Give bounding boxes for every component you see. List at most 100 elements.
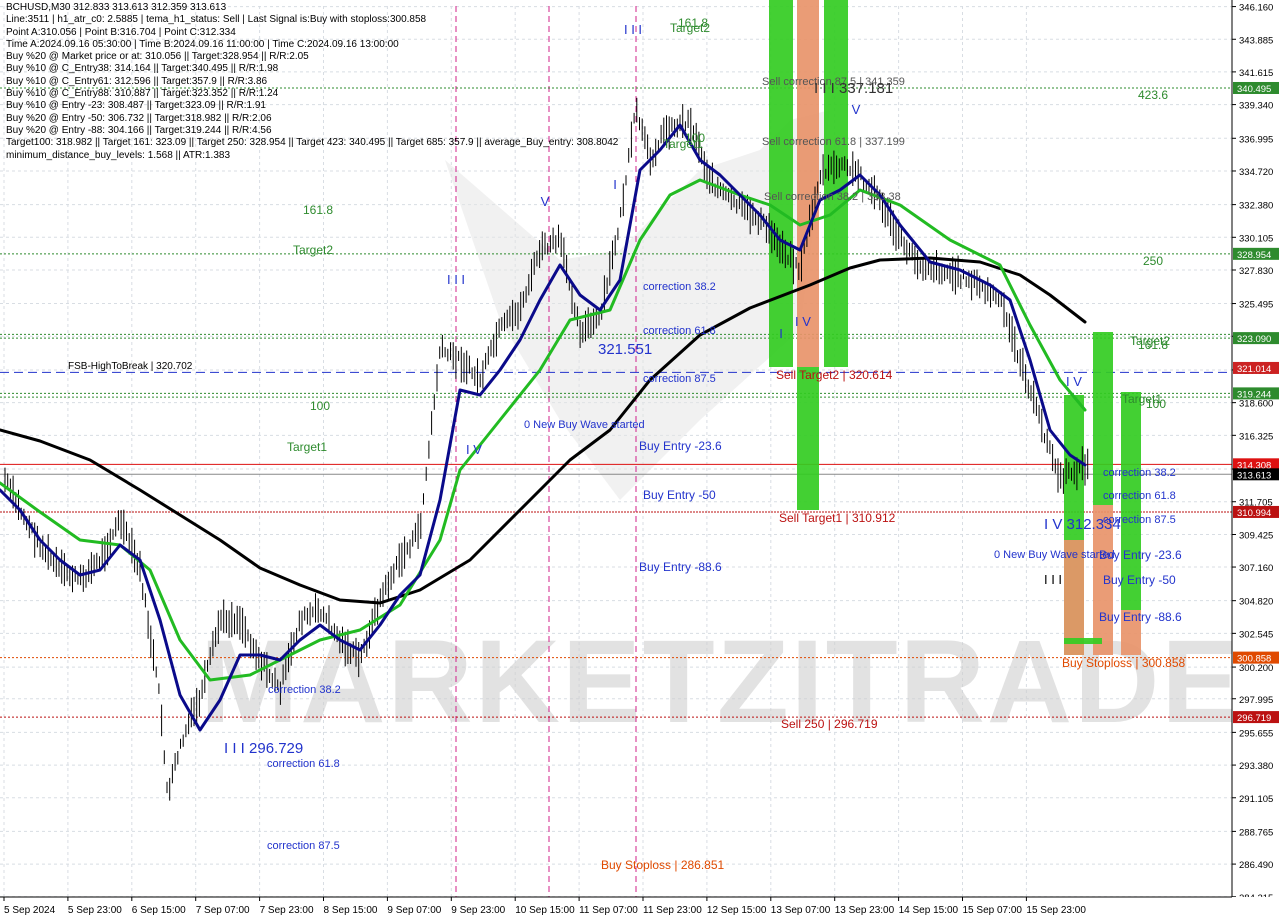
annotation-label: I I I [447,272,465,287]
annotation-label: Sell 250 | 296.719 [781,717,878,731]
price-badge-label: 340.495 [1237,84,1271,95]
time-axis-background [0,897,1280,920]
annotation-label: I V 312.334 [1044,516,1121,533]
info-line: Buy %20 @ Entry -88: 304.166 || Target:3… [6,124,272,136]
annotation-label: Sell correction 38.2 | 333.38 [764,191,901,203]
info-line: BCHUSD,M30 312.833 313.613 312.359 313.6… [6,2,227,13]
y-tick-label: 325.495 [1239,300,1273,311]
info-line: Time A:2024.09.16 05:30:00 | Time B:2024… [6,38,399,50]
y-tick-label: 316.325 [1239,431,1273,442]
info-line: Buy %20 @ Entry -50: 306.732 || Target:3… [6,112,272,124]
price-axis: 346.160 343.885 341.615 339.340 336.995 334.7… [1231,0,1280,920]
y-tick-label: 346.160 [1239,3,1273,14]
info-line: Buy %10 @ Entry -23: 308.487 || Target:3… [6,100,266,112]
annotation-label: Buy Entry -23.6 [1099,548,1182,562]
x-tick-label: 15 Sep 07:00 [963,905,1023,916]
info-line: Buy %20 @ Market price or at: 310.056 ||… [6,51,309,63]
annotation-label: 0 New Buy Wave started [994,549,1115,561]
annotation-label: Buy Entry -88.6 [1099,610,1182,624]
annotation-label: Buy Stoploss | 286.851 [601,858,725,872]
annotation-label: correction 38.2 [643,281,716,293]
info-line: Buy %10 @ C_Entry88: 310.887 || Target:3… [6,88,279,100]
x-tick-label: 14 Sep 15:00 [899,905,959,916]
annotation-label: 161.8 [303,203,333,217]
annotation-label: Buy Entry -23.6 [639,439,722,453]
signal-bar [824,0,848,367]
price-badge-label: 323.090 [1237,334,1271,345]
x-tick-label: 13 Sep 23:00 [835,905,895,916]
y-tick-label: 343.885 [1239,35,1273,46]
y-tick-label: 297.995 [1239,695,1273,706]
annotation-label: correction 87.5 [267,840,340,852]
annotation-label: Buy Entry -50 [1103,573,1176,587]
annotation-label: Sell Target2 | 320.614 [776,368,893,382]
price-badge-label: 296.719 [1237,713,1271,724]
y-tick-label: 300.200 [1239,663,1273,674]
signal-bar [1064,638,1102,644]
annotation-label: Target2 [670,21,710,35]
annotation-label: Target2 [293,243,333,257]
x-tick-label: 13 Sep 07:00 [771,905,831,916]
annotation-label: I I I [1044,572,1062,587]
annotation-label: Target1 [663,137,703,151]
annotation-label: correction 61.8 [643,325,716,337]
info-line: Line:3511 | h1_atr_c0: 2.5885 | tema_h1_… [6,14,427,26]
y-tick-label: 307.160 [1239,563,1273,574]
annotation-label: I V [795,314,811,329]
y-tick-label: 309.425 [1239,530,1273,541]
info-line: Buy %10 @ C_Entry38: 314.164 || Target:3… [6,63,279,75]
y-tick-label: 341.615 [1239,68,1273,79]
annotation-label: I I I 296.729 [224,740,303,757]
x-tick-label: 7 Sep 07:00 [196,905,250,916]
annotation-label: I [779,326,783,341]
annotation-label: 423.6 [1138,88,1168,102]
x-tick-label: 11 Sep 23:00 [643,905,702,916]
annotation-label: 321.551 [598,341,652,358]
watermark-text: MARKETZITRADE [200,616,1242,748]
y-tick-label: 339.340 [1239,101,1273,112]
time-axis: 5 Sep 2024 5 Sep 23:00 6 Sep 15:00 7 Sep 07… [0,896,1280,920]
signal-bar [769,0,793,367]
annotation-label: I V [466,442,482,457]
annotation-label: 161.8 [1138,338,1168,352]
info-line: minimum_distance_buy_levels: 1.568 || AT… [6,149,231,161]
x-tick-label: 11 Sep 07:00 [579,905,638,916]
info-line: Target100: 318.982 || Target 161: 323.09… [6,137,619,149]
price-badge-label: 300.858 [1237,654,1271,665]
annotation-label: Buy Entry -50 [643,488,716,502]
x-tick-label: 15 Sep 23:00 [1026,905,1086,916]
signal-bar [797,367,819,510]
annotation-label: correction 61.8 [267,758,340,770]
x-tick-label: 6 Sep 15:00 [132,905,186,916]
signal-bar [1093,332,1113,505]
annotation-label: correction 61.8 [1103,490,1176,502]
y-tick-label: 293.380 [1239,761,1273,772]
annotation-label: Target1 [287,440,327,454]
price-badge-label: 319.244 [1237,389,1271,400]
annotation-label: I I I 337.181 [814,80,893,97]
y-tick-label: 327.830 [1239,266,1273,277]
annotation-label: I V [1066,374,1082,389]
x-tick-label: 5 Sep 23:00 [68,905,122,916]
info-line: Point A:310.056 | Point B:316.704 | Poin… [6,26,236,38]
y-tick-label: 304.820 [1239,597,1273,608]
y-tick-label: 291.105 [1239,794,1273,805]
annotation-label: 0 New Buy Wave started [524,419,645,431]
y-tick-label: 334.720 [1239,167,1273,178]
x-tick-label: 7 Sep 23:00 [260,905,314,916]
annotation-label: Sell correction 61.8 | 337.199 [762,136,905,148]
annotation-label: Buy Entry -88.6 [639,560,722,574]
annotation-label: correction 38.2 [268,684,341,696]
annotation-label: 250 [1143,254,1163,268]
x-tick-label: 12 Sep 15:00 [707,905,767,916]
x-tick-label: 9 Sep 07:00 [387,905,441,916]
price-badge-label: 321.014 [1237,364,1271,375]
y-tick-label: 295.655 [1239,728,1273,739]
annotation-label: Buy Stoploss | 300.858 [1062,656,1186,670]
x-tick-label: 5 Sep 2024 [4,905,56,916]
x-tick-label: 10 Sep 15:00 [515,905,575,916]
y-tick-label: 286.490 [1239,860,1273,871]
signal-bar [797,0,819,367]
info-panel: BCHUSD,M30 312.833 313.613 312.359 313.6… [6,2,618,162]
y-tick-label: 288.765 [1239,827,1273,838]
